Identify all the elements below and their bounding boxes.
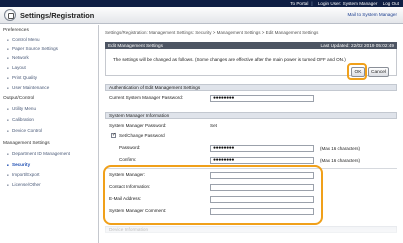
sidebar-item-calibration[interactable]: Calibration: [7, 117, 34, 122]
sidebar-item-layout[interactable]: Layout: [7, 65, 26, 70]
sidebar-item-utility-menu[interactable]: Utility Menu: [7, 106, 36, 111]
section-title: Edit Management Settings: [108, 43, 163, 48]
mail-to-system-manager-link[interactable]: Mail to System Manager: [347, 12, 397, 17]
sidebar-item-device-control[interactable]: Device Control: [7, 128, 42, 133]
login-user-label: Login User: System Manager: [317, 1, 378, 6]
confirm-input[interactable]: ●●●●●●●●: [210, 157, 314, 164]
sidebar-section-preferences: Preferences: [3, 28, 29, 33]
system-manager-fields-highlight: [103, 165, 323, 225]
set-change-password-label: Set/Change Password: [119, 133, 165, 138]
header: Settings/Registration Mail to System Man…: [0, 7, 403, 24]
sysman-password-status: Set: [210, 123, 217, 128]
set-change-password-checkbox[interactable]: [111, 132, 116, 138]
top-bar: To Portal | Login User: System Manager Lo…: [0, 0, 403, 7]
confirm-value: ●●●●●●●●: [213, 157, 234, 163]
sidebar-item-user-maintenance[interactable]: User Maintenance: [7, 85, 49, 90]
to-portal-link[interactable]: To Portal: [290, 1, 308, 6]
change-message: The settings will be changed as follows.…: [113, 57, 346, 62]
page-title: Settings/Registration: [20, 11, 95, 20]
last-updated-label: Last Updated: 22/02 2019 05:02:49: [320, 43, 395, 48]
ok-button-highlight: [347, 63, 367, 80]
sidebar-section-output-control: Output/Control: [3, 96, 35, 101]
cancel-button[interactable]: Cancel: [368, 67, 389, 77]
breadcrumb: Settings/Registration: Management Settin…: [105, 30, 319, 35]
password-input[interactable]: ●●●●●●●●: [210, 145, 314, 152]
sysman-password-label: System Manager Password:: [109, 123, 167, 128]
password-field-label: Password:: [119, 145, 141, 150]
separator: |: [311, 1, 313, 6]
sidebar-item-department-id-management[interactable]: Department ID Management: [7, 151, 70, 156]
sidebar: Preferences Control Menu Paper Source Se…: [0, 25, 99, 243]
confirm-label: Confirm:: [119, 157, 137, 162]
current-password-input[interactable]: ●●●●●●●●: [210, 95, 314, 102]
settings-logo-icon: [4, 9, 16, 21]
topbar-links: To Portal | Login User: System Manager Lo…: [286, 0, 399, 7]
confirm-hint: (Max 16 characters): [320, 158, 361, 163]
sidebar-item-control-menu[interactable]: Control Menu: [7, 37, 40, 42]
logout-link[interactable]: Log Out: [383, 1, 399, 6]
sidebar-item-import-export[interactable]: Import/Export: [7, 172, 40, 177]
current-password-value: ●●●●●●●●: [213, 95, 234, 101]
sidebar-section-management-settings: Management Settings: [3, 141, 50, 146]
password-hint: (Max 16 characters): [320, 146, 361, 151]
sidebar-item-license-other[interactable]: License/Other: [7, 182, 41, 187]
sidebar-item-security[interactable]: Security: [7, 162, 30, 167]
sysman-section-header: System Manager Information: [105, 112, 397, 119]
edit-management-settings-title-bar: Edit Management Settings Last Updated: 2…: [105, 42, 397, 49]
bottom-fade: [100, 225, 403, 243]
auth-section-header: Authentication of Edit Management Settin…: [105, 84, 397, 91]
current-password-label: Current System Manager Password:: [109, 95, 184, 100]
sidebar-item-print-quality[interactable]: Print Quality: [7, 75, 37, 80]
sidebar-item-network[interactable]: Network: [7, 55, 29, 60]
password-value: ●●●●●●●●: [213, 145, 234, 151]
sidebar-item-paper-source-settings[interactable]: Paper Source Settings: [7, 46, 58, 51]
